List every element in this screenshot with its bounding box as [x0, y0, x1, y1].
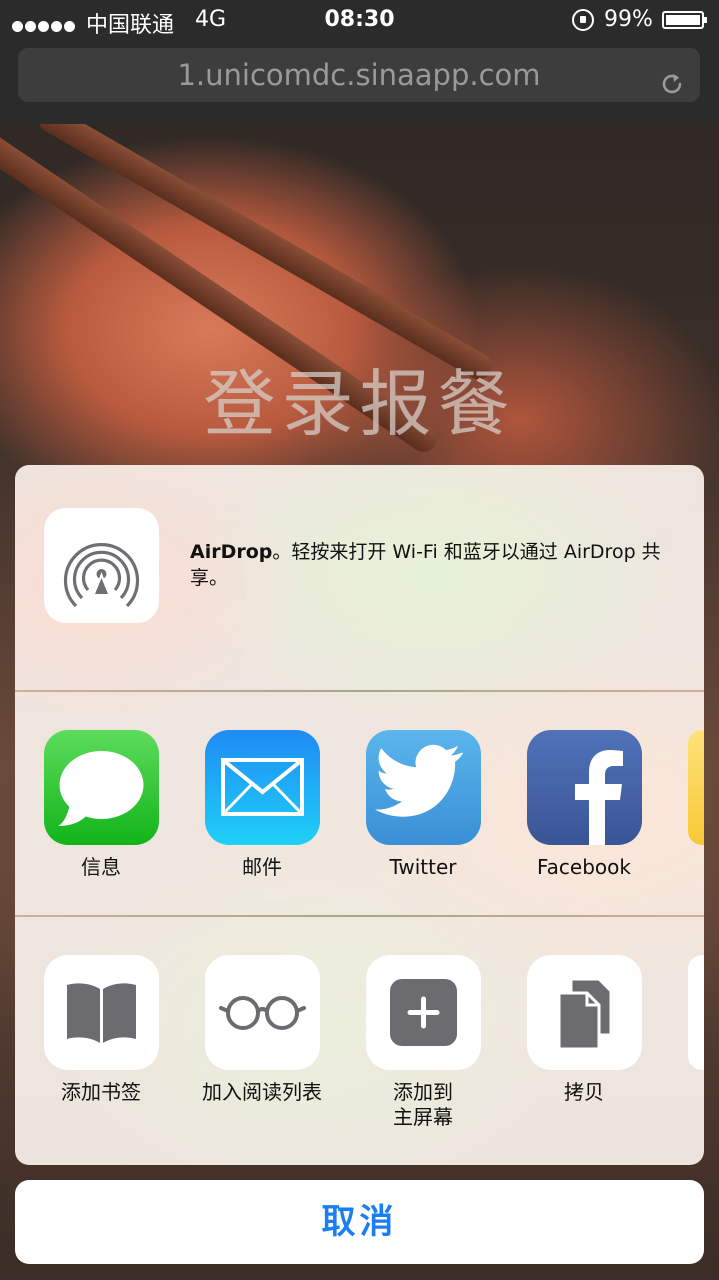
page-title: 登录报餐	[203, 362, 516, 446]
cancel-label: 取消	[321, 1202, 398, 1242]
share-app-facebook[interactable]: Facebook	[514, 730, 654, 880]
action-copy[interactable]: 拷贝	[514, 955, 654, 1105]
facebook-icon	[526, 730, 642, 845]
airdrop-icon	[63, 542, 140, 608]
action-add-to-home-screen[interactable]: 添加到 主屏幕	[353, 955, 493, 1130]
messages-icon	[43, 730, 159, 845]
add-icon	[365, 955, 481, 1070]
share-app-label: 信息	[81, 855, 121, 879]
status-bar: 中国联通 4G 08:30 99%	[0, 0, 719, 40]
airdrop-button[interactable]	[44, 508, 159, 623]
action-label: 加入阅读列表	[202, 1080, 322, 1104]
cancel-button[interactable]: 取消	[15, 1180, 704, 1264]
action-add-bookmark[interactable]: 添加书签	[31, 955, 171, 1105]
share-app-mail[interactable]: 邮件	[192, 730, 332, 880]
share-app-label: 邮件	[242, 855, 282, 879]
action-label: 添加到 主屏幕	[393, 1080, 453, 1129]
airdrop-title: AirDrop	[190, 541, 273, 563]
twitter-icon	[365, 730, 481, 845]
bookmark-icon	[43, 955, 159, 1070]
section-divider	[15, 690, 704, 692]
action-label: 添加书签	[61, 1080, 141, 1104]
address-bar[interactable]: 1.unicomdc.sinaapp.com	[18, 48, 700, 102]
glasses-icon	[204, 955, 320, 1070]
rotation-lock-icon	[572, 9, 594, 31]
mail-icon	[204, 730, 320, 845]
airdrop-description: AirDrop。轻按来打开 Wi-Fi 和蓝牙以通过 AirDrop 共享。	[190, 539, 690, 591]
share-sheet: AirDrop。轻按来打开 Wi-Fi 和蓝牙以通过 AirDrop 共享。 信…	[15, 465, 704, 1165]
section-divider	[15, 915, 704, 917]
battery-percentage: 99%	[604, 7, 653, 32]
battery-icon	[662, 11, 707, 29]
browser-toolbar: 1.unicomdc.sinaapp.com	[0, 40, 719, 124]
more-actions-peek[interactable]	[688, 955, 704, 1070]
more-apps-peek[interactable]	[688, 730, 704, 845]
reload-icon[interactable]	[658, 61, 686, 115]
copy-icon	[526, 955, 642, 1070]
share-app-twitter[interactable]: Twitter	[353, 730, 493, 880]
share-app-messages[interactable]: 信息	[31, 730, 171, 880]
share-app-label: Facebook	[537, 855, 631, 879]
url-text: 1.unicomdc.sinaapp.com	[177, 58, 541, 92]
action-reading-list[interactable]: 加入阅读列表	[192, 955, 332, 1105]
action-label: 拷贝	[564, 1080, 604, 1104]
share-app-label: Twitter	[389, 855, 457, 879]
